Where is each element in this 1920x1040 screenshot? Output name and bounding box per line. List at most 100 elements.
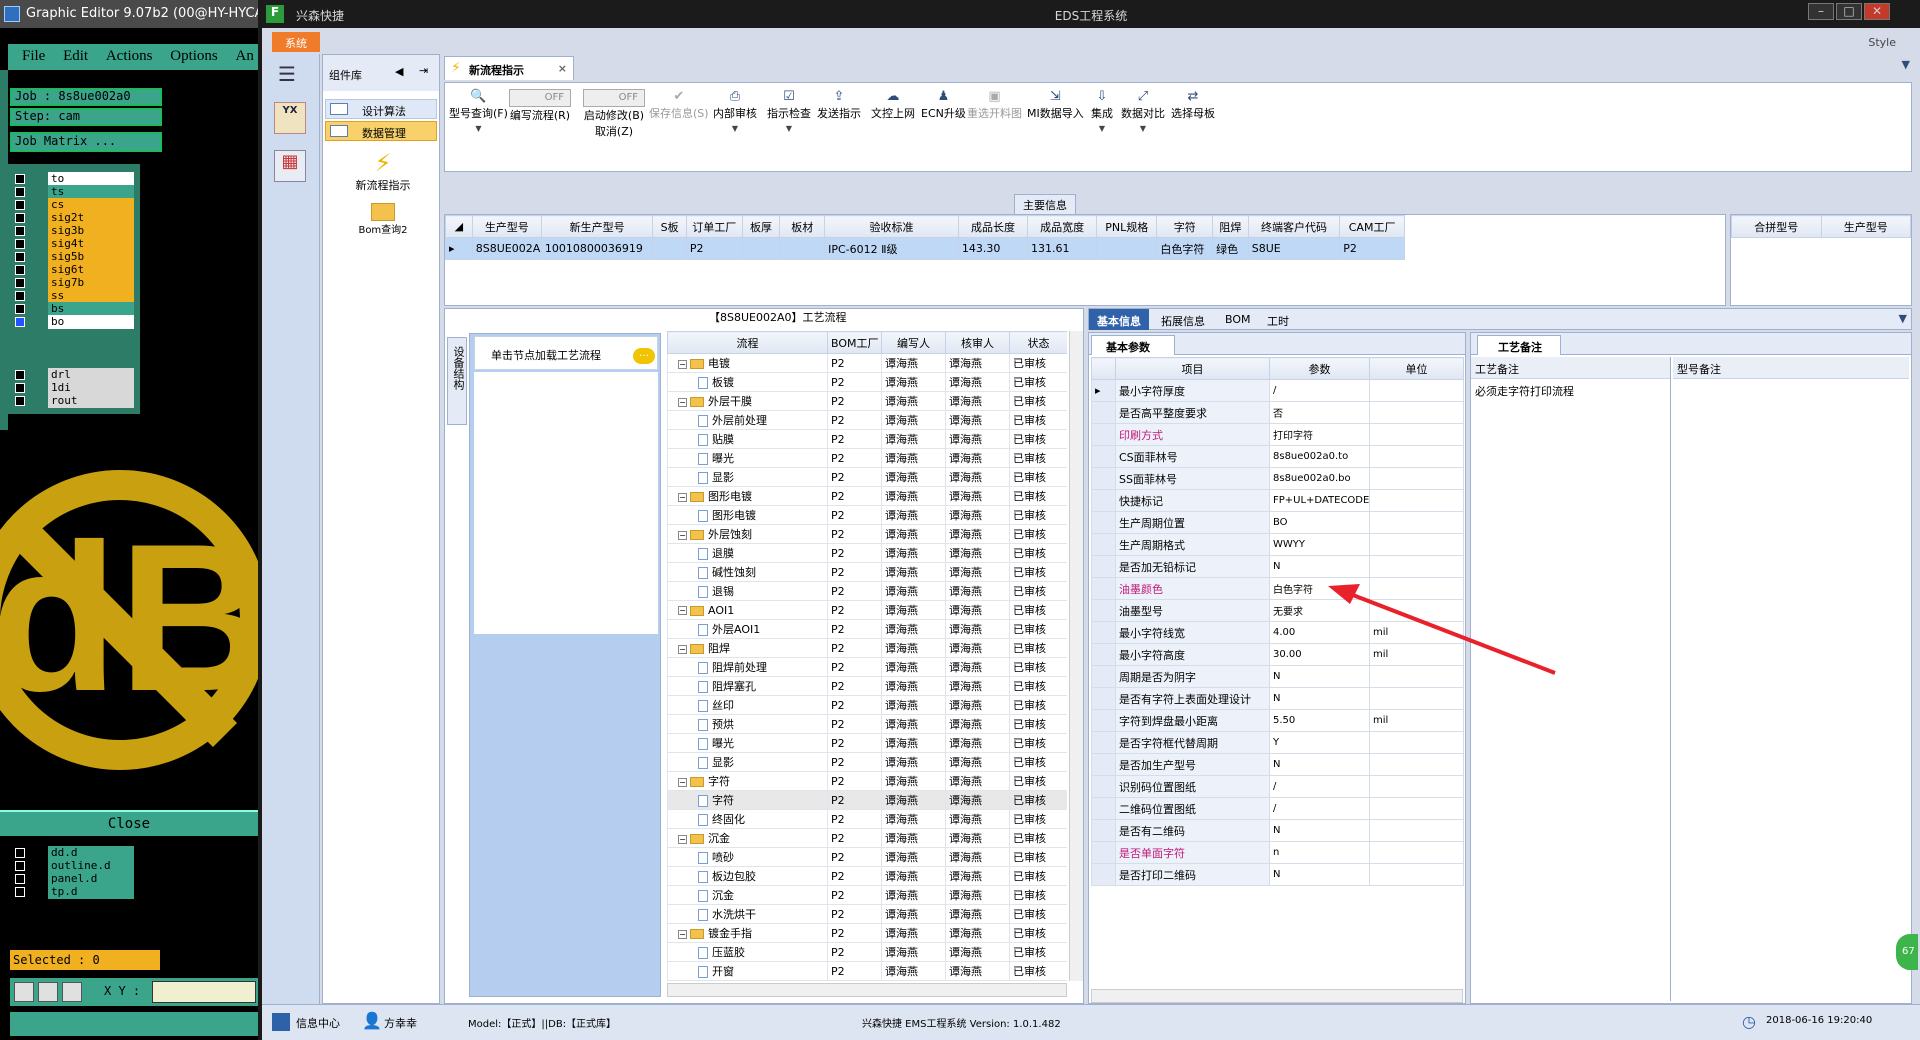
close-icon[interactable]: ✕ xyxy=(1864,3,1890,20)
param-value[interactable]: / xyxy=(1269,379,1370,402)
param-value[interactable]: 白色字符 xyxy=(1269,577,1370,600)
tree-node[interactable]: 曝光 xyxy=(667,733,828,753)
tree-row[interactable]: − 外层蚀刻 P2 谭海燕 谭海燕 已审核 xyxy=(667,524,1067,544)
tree-row[interactable]: − 字符 P2 谭海燕 谭海燕 已审核 xyxy=(667,771,1067,791)
tab-basic-info[interactable]: 基本信息 xyxy=(1089,309,1149,330)
measure-icon[interactable] xyxy=(38,982,58,1002)
param-row[interactable]: 生产周期位置 BO xyxy=(1091,511,1464,534)
dropdown-arrow-icon[interactable]: ▼ xyxy=(1099,124,1105,133)
column-header[interactable]: 编写人 xyxy=(881,331,946,354)
collapse-icon[interactable]: − xyxy=(678,530,687,540)
tree-row[interactable]: − 沉金 P2 谭海燕 谭海燕 已审核 xyxy=(667,828,1067,848)
tree-row[interactable]: 喷砂 P2 谭海燕 谭海燕 已审核 xyxy=(667,847,1067,867)
toggle-switch[interactable]: OFF xyxy=(509,89,571,107)
tree-row[interactable]: 板镀 P2 谭海燕 谭海燕 已审核 xyxy=(667,372,1067,392)
param-row[interactable]: ▸ 最小字符厚度 / xyxy=(1091,379,1464,402)
menu-edit[interactable]: Edit xyxy=(49,44,88,65)
toolbar-button[interactable]: ⇪ 发送指示 xyxy=(817,89,861,121)
tab-basic-params[interactable]: 基本参数 xyxy=(1091,335,1175,355)
graphic-canvas[interactable]: dB xyxy=(0,440,258,810)
tree-row[interactable]: 曝光 P2 谭海燕 谭海燕 已审核 xyxy=(667,448,1067,468)
pin-icon[interactable]: ⇥ xyxy=(419,64,428,77)
menu-actions[interactable]: Actions xyxy=(92,44,153,65)
tree-node[interactable]: − AOI1 xyxy=(667,600,828,620)
param-value[interactable]: N xyxy=(1269,819,1370,842)
toolbar-button[interactable]: ☑ 指示检查 ▼ xyxy=(767,89,811,134)
tree-row[interactable]: − 图形电镀 P2 谭海燕 谭海燕 已审核 xyxy=(667,486,1067,506)
toolbar-button[interactable]: ✔ 保存信息(S) xyxy=(649,89,709,121)
tree-node[interactable]: 板边包胶 xyxy=(667,866,828,886)
toolbar-button[interactable]: ⇩ 集成 ▼ xyxy=(1091,89,1113,134)
layer-checkbox[interactable] xyxy=(15,370,25,380)
param-row[interactable]: 最小字符线宽 4.00 mil xyxy=(1091,621,1464,644)
tree-row[interactable]: 显影 P2 谭海燕 谭海燕 已审核 xyxy=(667,752,1067,772)
minimize-icon[interactable]: – xyxy=(1808,3,1834,20)
tree-node[interactable]: 退锡 xyxy=(667,581,828,601)
process-remark-text[interactable]: 必须走字符打印流程 xyxy=(1475,383,1574,399)
layer-checkbox[interactable] xyxy=(15,174,25,184)
param-row[interactable]: 快捷标记 FP+UL+DATECODE xyxy=(1091,489,1464,512)
layer-checkbox[interactable] xyxy=(15,291,25,301)
toolbar-button[interactable]: ⎙ 内部审核 ▼ xyxy=(713,89,757,134)
param-value[interactable]: / xyxy=(1269,775,1370,798)
menu-analysis[interactable]: An xyxy=(222,44,254,65)
collapse-icon[interactable]: − xyxy=(678,834,687,844)
param-row[interactable]: 识别码位置图纸 / xyxy=(1091,775,1464,798)
toolbar-button[interactable]: 🔍 型号查询(F) ▼ xyxy=(449,89,508,134)
column-header[interactable]: 板材 xyxy=(779,215,826,238)
layer-row[interactable]: sig5b xyxy=(12,250,134,264)
toolbar-button[interactable]: OFF 编写流程(R) xyxy=(509,89,571,123)
param-row[interactable]: 是否字符框代替周期 Y xyxy=(1091,731,1464,754)
vertical-tab-device-structure[interactable]: 设备结构 xyxy=(447,337,467,425)
param-value[interactable]: Y xyxy=(1269,731,1370,754)
layer-row[interactable]: tp.d xyxy=(12,885,134,899)
tree-node[interactable]: 开窗 xyxy=(667,961,828,981)
layer-row[interactable]: dd.d xyxy=(12,846,134,860)
tree-row[interactable]: 开窗 P2 谭海燕 谭海燕 已审核 xyxy=(667,961,1067,981)
xy-input[interactable] xyxy=(152,981,256,1003)
column-header[interactable]: 新生产型号 xyxy=(540,215,654,238)
tree-row[interactable]: 图形电镀 P2 谭海燕 谭海燕 已审核 xyxy=(667,505,1067,525)
param-row[interactable]: 是否单面字符 n xyxy=(1091,841,1464,864)
toolbar-button[interactable]: ☁ 文控上网 xyxy=(871,89,915,121)
param-row[interactable]: 印刷方式 打印字符 xyxy=(1091,423,1464,446)
param-value[interactable]: N xyxy=(1269,687,1370,710)
tree-row[interactable]: − 外层干膜 P2 谭海燕 谭海燕 已审核 xyxy=(667,391,1067,411)
layer-row[interactable]: 1di xyxy=(12,381,134,395)
layer-row[interactable]: panel.d xyxy=(12,872,134,886)
layer-row[interactable]: outline.d xyxy=(12,859,134,873)
dropdown-arrow-icon[interactable]: ▼ xyxy=(1140,124,1146,133)
tree-node[interactable]: 压蓝胶 xyxy=(667,942,828,962)
param-value[interactable]: WWYY xyxy=(1269,533,1370,556)
tree-node[interactable]: − 镀金手指 xyxy=(667,923,828,943)
layer-checkbox[interactable] xyxy=(15,874,25,884)
param-value[interactable]: / xyxy=(1269,797,1370,820)
column-header[interactable]: 单位 xyxy=(1369,357,1464,380)
tab-process-remark[interactable]: 工艺备注 xyxy=(1477,335,1561,355)
tree-row[interactable]: 丝印 P2 谭海燕 谭海燕 已审核 xyxy=(667,695,1067,715)
maximize-icon[interactable]: □ xyxy=(1836,3,1862,20)
column-header[interactable]: 核审人 xyxy=(945,331,1010,354)
tree-node[interactable]: − 电镀 xyxy=(667,353,828,373)
param-value[interactable]: 打印字符 xyxy=(1269,423,1370,446)
tree-node[interactable]: 图形电镀 xyxy=(667,505,828,525)
layer-row[interactable]: bo xyxy=(12,315,134,329)
tree-node[interactable]: 字符 xyxy=(667,790,828,810)
tree-node[interactable]: 终固化 xyxy=(667,809,828,829)
chevron-down-icon[interactable]: ▼ xyxy=(1899,312,1907,325)
param-value[interactable]: N xyxy=(1269,665,1370,688)
param-value[interactable]: FP+UL+DATECODE xyxy=(1269,489,1370,512)
lib-item-data-management[interactable]: 数据管理 xyxy=(325,121,437,141)
tree-row[interactable]: 压蓝胶 P2 谭海燕 谭海燕 已审核 xyxy=(667,942,1067,962)
tree-node[interactable]: 退膜 xyxy=(667,543,828,563)
toolbar-button[interactable]: ♟ ECN升级 xyxy=(921,89,966,121)
layer-row[interactable]: sig3b xyxy=(12,224,134,238)
param-value[interactable]: 否 xyxy=(1269,401,1370,424)
column-header[interactable]: PNL规格 xyxy=(1096,215,1158,238)
toolbar-button[interactable]: ▣ 重选开料图 xyxy=(967,89,1022,121)
params-horizontal-scrollbar[interactable] xyxy=(1091,989,1463,1003)
tree-node[interactable]: 曝光 xyxy=(667,448,828,468)
collapse-icon[interactable]: − xyxy=(678,359,687,369)
param-row[interactable]: 字符到焊盘最小距离 5.50 mil xyxy=(1091,709,1464,732)
tree-horizontal-scrollbar[interactable] xyxy=(667,983,1067,997)
